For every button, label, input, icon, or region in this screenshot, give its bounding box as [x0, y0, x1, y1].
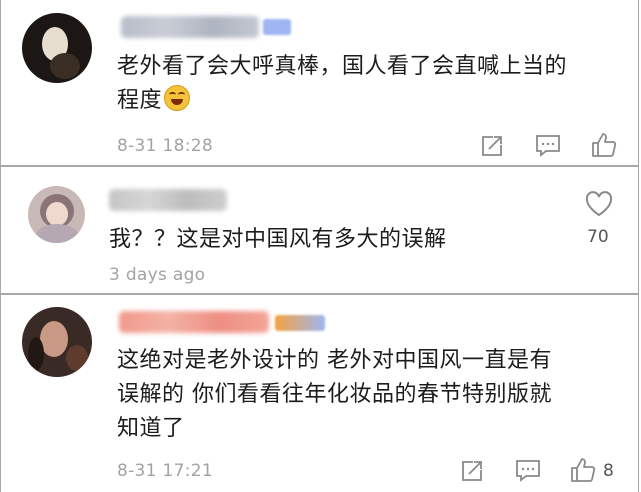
comment-line: 程度 — [117, 88, 163, 113]
username[interactable] — [119, 311, 269, 333]
timestamp: 8-31 18:28 — [117, 136, 213, 156]
like-count: 8 — [603, 461, 614, 481]
timestamp: 8-31 17:21 — [117, 461, 213, 481]
username[interactable] — [121, 16, 259, 38]
user-badge — [263, 19, 291, 35]
comment-text: 老外看了会大呼真棒，国人看了会直喊上当的 程度 — [117, 50, 627, 118]
laughing-crying-emoji-icon — [164, 85, 191, 111]
comment-card: 我？？这是对中国风有多大的误解 3 days ago 70 — [0, 166, 639, 294]
timestamp: 3 days ago — [109, 265, 206, 285]
reply-icon[interactable] — [535, 134, 561, 158]
share-icon[interactable] — [460, 459, 484, 483]
comment-line: 我？？这是对中国风有多大的误解 — [109, 227, 447, 252]
like-count: 70 — [587, 227, 609, 247]
comment-line: 这绝对是老外设计的 老外对中国风一直是有 — [117, 348, 552, 373]
heart-icon[interactable] — [585, 191, 613, 217]
share-icon[interactable] — [480, 134, 504, 158]
like-icon[interactable] — [591, 132, 617, 158]
like-icon[interactable] — [570, 457, 596, 483]
avatar[interactable] — [22, 307, 92, 377]
user-badge — [275, 315, 325, 331]
comment-text: 这绝对是老外设计的 老外对中国风一直是有 误解的 你们看看往年化妆品的春节特别版… — [117, 344, 627, 446]
reply-icon[interactable] — [515, 459, 541, 483]
comment-line: 老外看了会大呼真棒，国人看了会直喊上当的 — [117, 54, 568, 79]
comment-card: 老外看了会大呼真棒，国人看了会直喊上当的 程度 8-31 18:28 — [0, 0, 639, 166]
comment-text: 我？？这是对中国风有多大的误解 — [109, 223, 549, 257]
avatar[interactable] — [22, 13, 92, 83]
username[interactable] — [109, 189, 227, 211]
comment-line: 误解的 你们看看往年化妆品的春节特别版就 — [117, 382, 552, 407]
avatar[interactable] — [28, 186, 85, 243]
comment-line: 知道了 — [117, 416, 185, 441]
comment-card: 这绝对是老外设计的 老外对中国风一直是有 误解的 你们看看往年化妆品的春节特别版… — [0, 294, 639, 492]
